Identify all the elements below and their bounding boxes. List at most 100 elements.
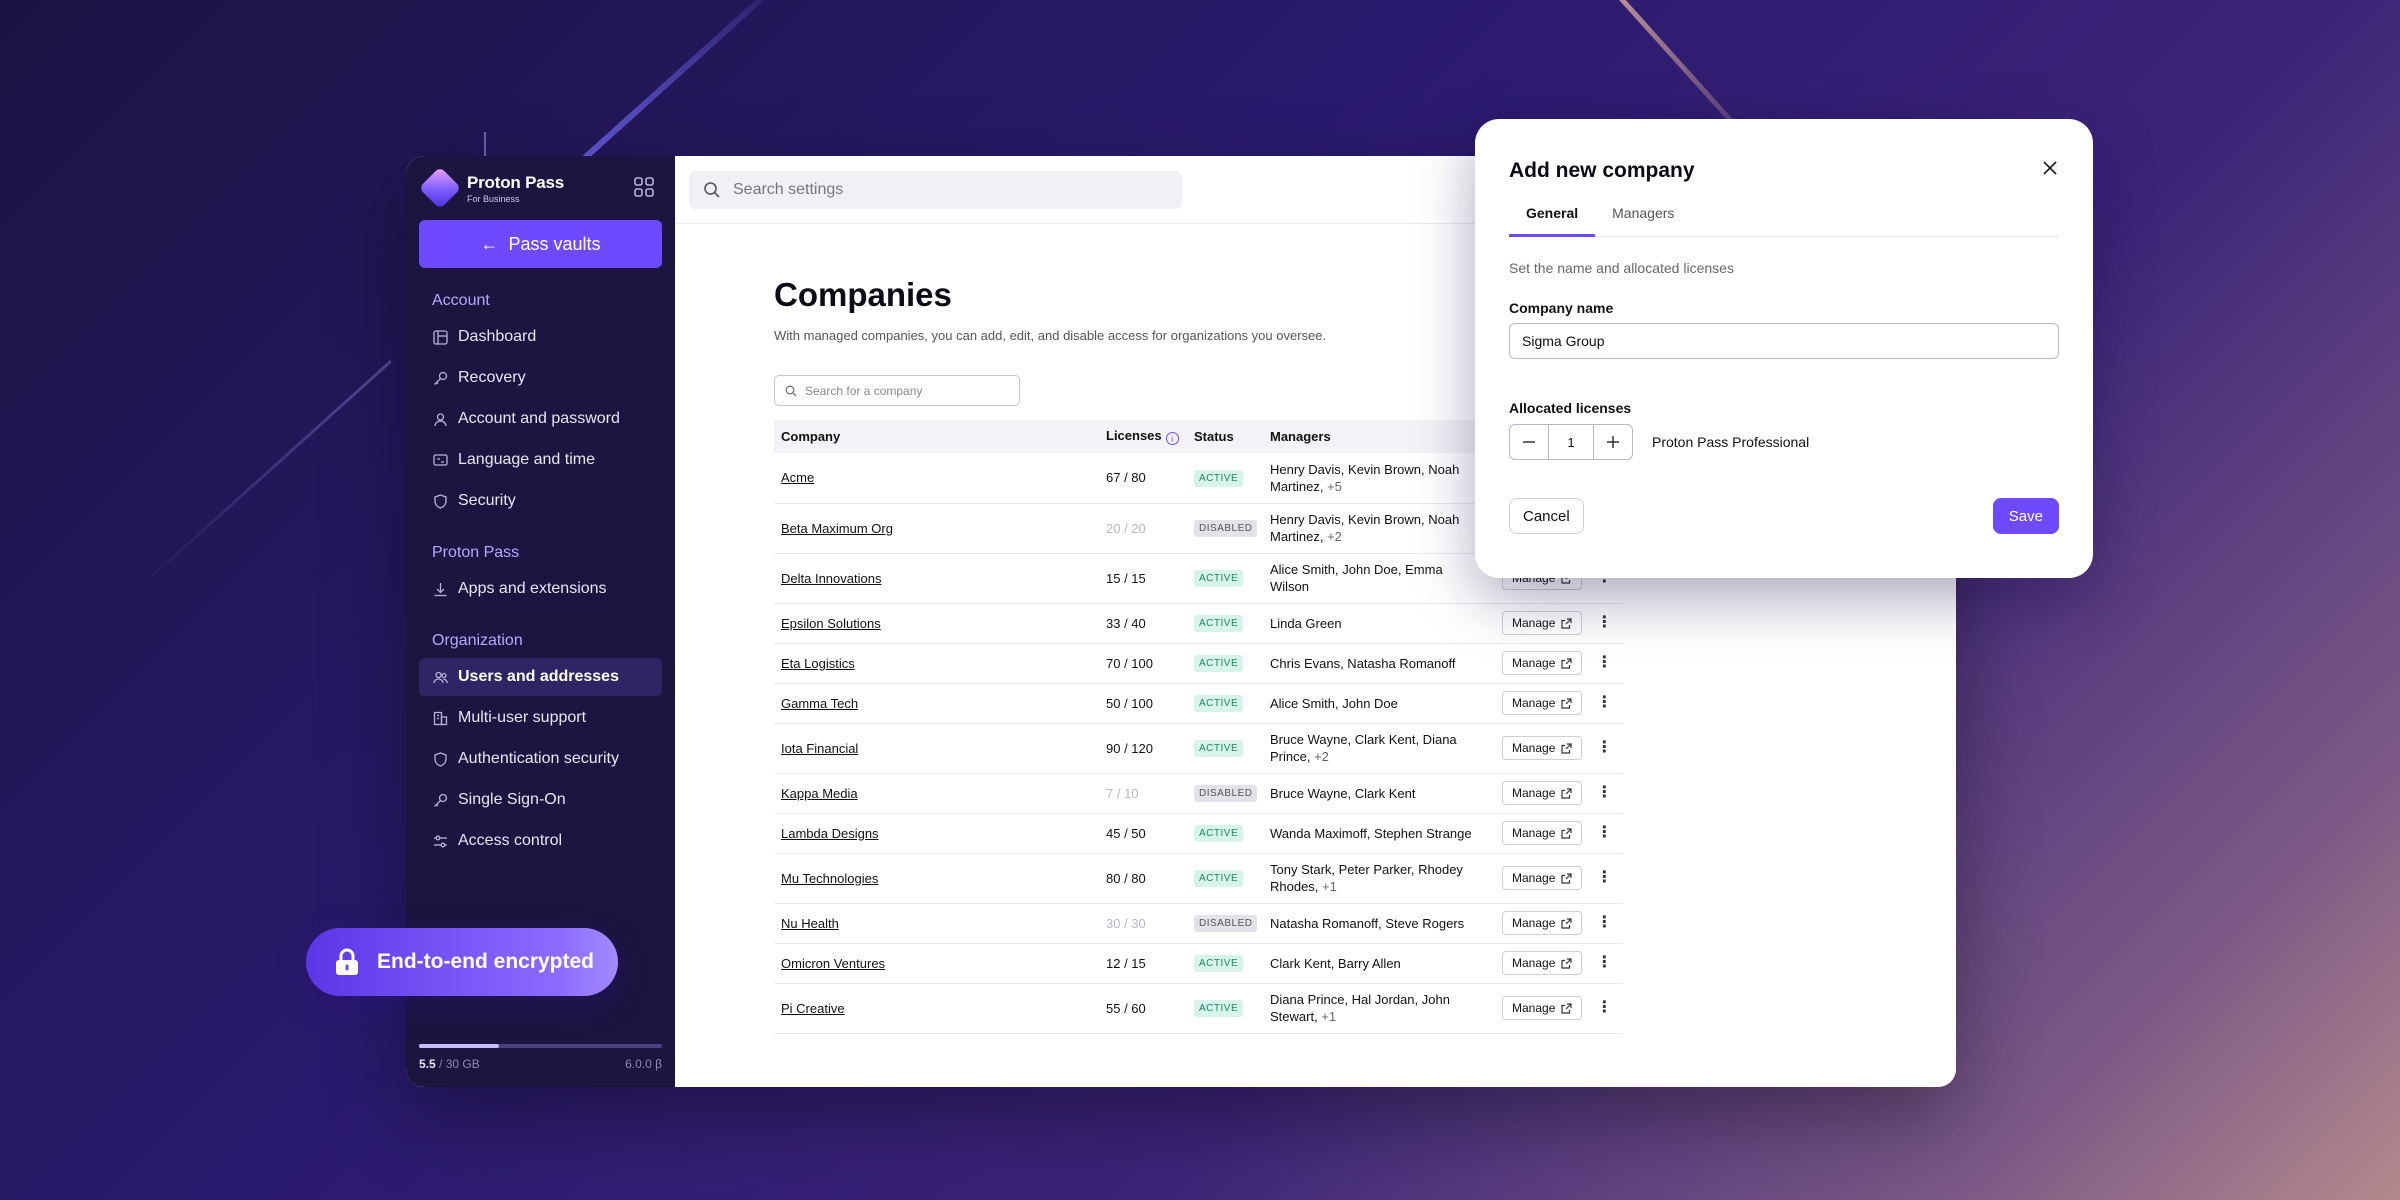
manage-button[interactable]: Manage [1502,691,1583,715]
more-options-icon[interactable]: ⋮ [1596,782,1612,802]
company-link[interactable]: Gamma Tech [781,696,858,711]
sidebar-item-recovery[interactable]: Recovery [419,359,662,397]
sidebar-item-language-and-time[interactable]: Language and time [419,441,662,479]
column-managers[interactable]: Managers [1263,420,1495,453]
company-link[interactable]: Kappa Media [781,786,858,801]
licenses-value[interactable]: 1 [1548,425,1594,459]
licenses-stepper: 1 [1509,424,1633,460]
company-link[interactable]: Eta Logistics [781,656,855,671]
managers-list: Wanda Maximoff, Stephen Strange [1270,825,1472,841]
managers-more[interactable]: +2 [1327,529,1342,544]
license-count: 50 / 100 [1099,683,1187,724]
sidebar-item-single-sign-on[interactable]: Single Sign-On [419,781,662,819]
managers-cell: Clark Kent, Barry Allen [1263,943,1495,984]
sidebar-item-label: Single Sign-On [458,791,566,808]
more-options-icon[interactable]: ⋮ [1596,737,1612,757]
sidebar-item-security[interactable]: Security [419,482,662,520]
sidebar-item-label: Users and addresses [458,668,619,685]
managers-cell: Henry Davis, Kevin Brown, Noah Martinez,… [1263,453,1495,504]
decorative-beam [137,360,393,590]
more-options-icon[interactable]: ⋮ [1596,867,1612,887]
manage-label: Manage [1512,916,1556,930]
manage-button[interactable]: Manage [1502,911,1583,935]
company-link[interactable]: Mu Technologies [781,871,878,886]
more-options-icon[interactable]: ⋮ [1596,652,1612,672]
company-name-input[interactable]: Sigma Group [1509,323,2059,359]
plan-name: Proton Pass Professional [1652,434,1810,450]
more-options-icon[interactable]: ⋮ [1596,952,1612,972]
brand[interactable]: Proton Pass For Business [418,156,662,220]
company-link[interactable]: Pi Creative [781,1001,845,1016]
manage-button[interactable]: Manage [1502,781,1583,805]
company-link[interactable]: Iota Financial [781,741,858,756]
company-search-input[interactable]: Search for a company [774,375,1020,406]
company-link[interactable]: Epsilon Solutions [781,616,881,631]
tab-general[interactable]: General [1509,205,1596,237]
status-badge: ACTIVE [1194,825,1244,842]
more-options-icon[interactable]: ⋮ [1596,692,1612,712]
managers-more[interactable]: +1 [1321,1009,1336,1024]
apps-grid-icon[interactable] [633,176,655,198]
manage-label: Manage [1512,741,1556,755]
table-row: Omicron Ventures 12 / 15 ACTIVE Clark Kent,… [774,943,1623,984]
manage-label: Manage [1512,786,1556,800]
sidebar-item-label: Access control [458,832,563,849]
column-status[interactable]: Status [1187,420,1263,453]
company-link[interactable]: Beta Maximum Org [781,521,893,536]
company-link[interactable]: Nu Health [781,916,839,931]
managers-list: Diana Prince, Hal Jordan, John Stewart, [1270,992,1450,1024]
sidebar-item-account-and-password[interactable]: Account and password [419,400,662,438]
manage-button[interactable]: Manage [1502,736,1583,760]
sidebar-item-label: Security [458,492,516,509]
sidebar-item-access-control[interactable]: Access control [419,822,662,860]
app-version: 6.0.0 β [625,1057,662,1071]
info-icon[interactable]: i [1165,432,1179,446]
status-badge: ACTIVE [1194,655,1244,672]
column-company[interactable]: Company [774,420,1099,453]
manage-button[interactable]: Manage [1502,611,1583,635]
brand-name: Proton Pass [467,172,564,192]
key-icon [432,370,448,386]
company-link[interactable]: Acme [781,470,814,485]
more-options-icon[interactable]: ⋮ [1596,612,1612,632]
more-options-icon[interactable]: ⋮ [1596,912,1612,932]
sidebar-item-authentication-security[interactable]: Authentication security [419,740,662,778]
company-link[interactable]: Lambda Designs [781,826,879,841]
table-row: Lambda Designs 45 / 50 ACTIVE Wanda Maximof… [774,813,1623,854]
manage-label: Manage [1512,696,1556,710]
external-link-icon [1561,787,1572,799]
manage-button[interactable]: Manage [1502,866,1583,890]
cancel-button[interactable]: Cancel [1509,498,1584,534]
company-link[interactable]: Delta Innovations [781,571,881,586]
manage-button[interactable]: Manage [1502,996,1583,1020]
manage-button[interactable]: Manage [1502,651,1583,675]
managers-more[interactable]: +5 [1327,479,1342,494]
save-button[interactable]: Save [1992,498,2059,534]
managers-cell: Alice Smith, John Doe [1263,683,1495,724]
pass-vaults-button[interactable]: ← Pass vaults [419,220,662,268]
decorative-beam [484,132,486,158]
storage-indicator: 5.5 / 30 GB 6.0.0 β [419,1044,662,1071]
decrement-button[interactable] [1510,425,1548,459]
manage-button[interactable]: Manage [1502,951,1583,975]
sidebar-item-dashboard[interactable]: Dashboard [419,318,662,356]
managers-cell: Linda Green [1263,603,1495,644]
increment-button[interactable] [1594,425,1632,459]
managers-more[interactable]: +2 [1314,749,1329,764]
managers-list: Clark Kent, Barry Allen [1270,955,1401,971]
tab-managers[interactable]: Managers [1595,205,1691,236]
column-licenses[interactable]: Licenses i [1099,420,1187,453]
managers-more[interactable]: +1 [1322,879,1337,894]
more-options-icon[interactable]: ⋮ [1596,997,1612,1017]
license-count: 45 / 50 [1099,813,1187,854]
manage-button[interactable]: Manage [1502,821,1583,845]
table-row: Mu Technologies 80 / 80 ACTIVE Tony Stark, … [774,853,1623,904]
search-icon [785,385,797,396]
close-icon[interactable] [2041,159,2059,177]
settings-search-input[interactable]: Search settings [689,170,1182,209]
sidebar-item-multi-user-support[interactable]: Multi-user support [419,699,662,737]
sidebar-item-users-and-addresses[interactable]: Users and addresses [419,658,662,696]
sidebar-item-apps-and-extensions[interactable]: Apps and extensions [419,570,662,608]
company-link[interactable]: Omicron Ventures [781,956,885,971]
more-options-icon[interactable]: ⋮ [1596,822,1612,842]
